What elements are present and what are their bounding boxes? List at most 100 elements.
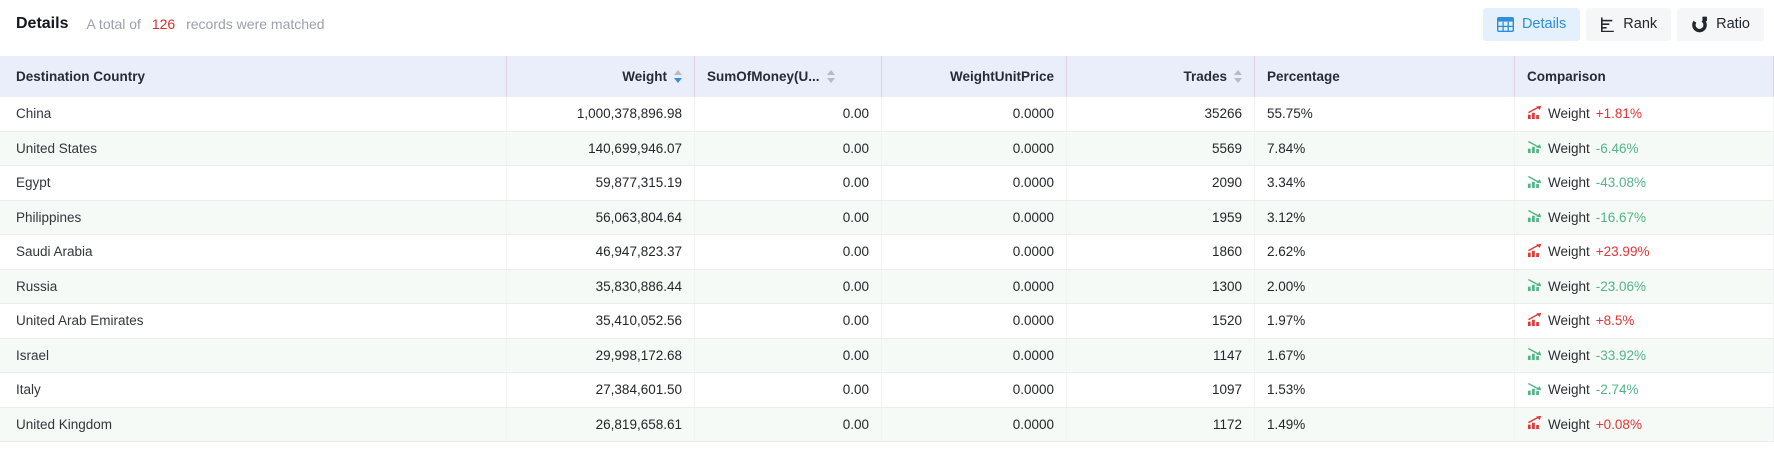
cell-trades: 1097 xyxy=(1067,373,1255,407)
cell-weightunitprice: 0.0000 xyxy=(882,201,1067,235)
pie-chart-icon xyxy=(1691,16,1708,33)
comparison-value: -6.46% xyxy=(1596,141,1639,156)
cell-destination-country: United Arab Emirates xyxy=(0,304,507,338)
cell-weight: 27,384,601.50 xyxy=(507,373,695,407)
table-row: United Arab Emirates35,410,052.560.000.0… xyxy=(0,304,1774,339)
comparison-value: +1.81% xyxy=(1596,106,1642,121)
sort-caret-icon[interactable] xyxy=(674,70,682,83)
cell-trades: 35266 xyxy=(1067,97,1255,131)
cell-weightunitprice: 0.0000 xyxy=(882,373,1067,407)
cell-percentage: 1.67% xyxy=(1255,339,1515,373)
column-header-weight[interactable]: Weight xyxy=(507,56,695,97)
column-header-percentage: Percentage xyxy=(1255,56,1515,97)
view-switch: Details Rank Ratio xyxy=(1483,8,1764,41)
comparison-value: -16.67% xyxy=(1596,210,1646,225)
cell-trades: 1520 xyxy=(1067,304,1255,338)
cell-trades: 1300 xyxy=(1067,270,1255,304)
cell-weightunitprice: 0.0000 xyxy=(882,270,1067,304)
cell-percentage: 1.49% xyxy=(1255,408,1515,442)
column-label: Percentage xyxy=(1267,69,1340,84)
sort-caret-icon[interactable] xyxy=(827,70,835,83)
comparison-metric-label: Weight xyxy=(1548,417,1590,432)
cell-percentage: 1.53% xyxy=(1255,373,1515,407)
cell-sumofmoney: 0.00 xyxy=(695,97,882,131)
cell-sumofmoney: 0.00 xyxy=(695,339,882,373)
tab-ratio-label: Ratio xyxy=(1716,16,1750,32)
column-header-weightunitprice: WeightUnitPrice xyxy=(882,56,1067,97)
column-header-comparison: Comparison xyxy=(1515,56,1774,97)
comparison-metric-label: Weight xyxy=(1548,348,1590,363)
cell-weightunitprice: 0.0000 xyxy=(882,97,1067,131)
column-label: WeightUnitPrice xyxy=(950,69,1054,84)
trend-down-chart-icon xyxy=(1527,208,1542,226)
tab-details[interactable]: Details xyxy=(1483,8,1580,41)
tab-rank[interactable]: Rank xyxy=(1586,8,1671,41)
column-label: Trades xyxy=(1183,69,1227,84)
cell-destination-country: United Kingdom xyxy=(0,408,507,442)
comparison-metric-label: Weight xyxy=(1548,210,1590,225)
comparison-metric-label: Weight xyxy=(1548,313,1590,328)
cell-comparison: Weight-6.46% xyxy=(1515,132,1774,166)
trend-down-chart-icon xyxy=(1527,346,1542,364)
column-label: Weight xyxy=(622,69,667,84)
table-row: Philippines56,063,804.640.000.000019593.… xyxy=(0,201,1774,236)
cell-destination-country: Philippines xyxy=(0,201,507,235)
cell-destination-country: Egypt xyxy=(0,166,507,200)
cell-weightunitprice: 0.0000 xyxy=(882,304,1067,338)
cell-weight: 26,819,658.61 xyxy=(507,408,695,442)
summary-suffix: records were matched xyxy=(186,16,325,32)
column-label: Destination Country xyxy=(16,69,145,84)
clipped-next-row xyxy=(0,442,1774,453)
table-row: Israel29,998,172.680.000.000011471.67% We… xyxy=(0,339,1774,374)
comparison-metric-label: Weight xyxy=(1548,279,1590,294)
cell-trades: 1172 xyxy=(1067,408,1255,442)
comparison-value: -2.74% xyxy=(1596,382,1639,397)
trend-down-chart-icon xyxy=(1527,174,1542,192)
cell-weight: 29,998,172.68 xyxy=(507,339,695,373)
cell-sumofmoney: 0.00 xyxy=(695,408,882,442)
table-row: United States140,699,946.070.000.0000556… xyxy=(0,132,1774,167)
details-table: Destination Country Weight SumOfMoney(U...… xyxy=(0,56,1774,453)
cell-comparison: Weight+23.99% xyxy=(1515,235,1774,269)
cell-trades: 1147 xyxy=(1067,339,1255,373)
trend-down-chart-icon xyxy=(1527,139,1542,157)
table-header-row: Destination Country Weight SumOfMoney(U...… xyxy=(0,56,1774,97)
summary-prefix: A total of xyxy=(86,16,140,32)
table-row: United Kingdom26,819,658.610.000.0000117… xyxy=(0,408,1774,443)
table-row: China1,000,378,896.980.000.00003526655.7… xyxy=(0,97,1774,132)
cell-percentage: 3.12% xyxy=(1255,201,1515,235)
comparison-value: +23.99% xyxy=(1596,244,1650,259)
column-header-destination-country: Destination Country xyxy=(0,56,507,97)
tab-details-label: Details xyxy=(1522,16,1566,32)
cell-trades: 1959 xyxy=(1067,201,1255,235)
column-header-trades[interactable]: Trades xyxy=(1067,56,1255,97)
table-row: Russia35,830,886.440.000.000013002.00%We… xyxy=(0,270,1774,305)
cell-weight: 140,699,946.07 xyxy=(507,132,695,166)
cell-weight: 35,410,052.56 xyxy=(507,304,695,338)
cell-weight: 1,000,378,896.98 xyxy=(507,97,695,131)
cell-trades: 2090 xyxy=(1067,166,1255,200)
cell-percentage: 55.75% xyxy=(1255,97,1515,131)
cell-sumofmoney: 0.00 xyxy=(695,235,882,269)
tab-ratio[interactable]: Ratio xyxy=(1677,8,1764,41)
trend-up-chart-icon xyxy=(1527,415,1542,433)
column-header-sumofmoney[interactable]: SumOfMoney(U... xyxy=(695,56,882,97)
cell-sumofmoney: 0.00 xyxy=(695,304,882,338)
cell-weightunitprice: 0.0000 xyxy=(882,339,1067,373)
cell-weightunitprice: 0.0000 xyxy=(882,166,1067,200)
cell-sumofmoney: 0.00 xyxy=(695,373,882,407)
cell-sumofmoney: 0.00 xyxy=(695,270,882,304)
cell-destination-country: Israel xyxy=(0,339,507,373)
cell-comparison: Weight -16.67% xyxy=(1515,201,1774,235)
column-label: SumOfMoney(U... xyxy=(707,69,820,84)
comparison-value: -43.08% xyxy=(1596,175,1646,190)
cell-destination-country: Russia xyxy=(0,270,507,304)
sort-caret-icon[interactable] xyxy=(1234,70,1242,83)
cell-sumofmoney: 0.00 xyxy=(695,132,882,166)
table-row: Saudi Arabia46,947,823.370.000.000018602… xyxy=(0,235,1774,270)
cell-weightunitprice: 0.0000 xyxy=(882,235,1067,269)
top-bar: Details A total of 126 records were matc… xyxy=(0,0,1774,56)
comparison-metric-label: Weight xyxy=(1548,175,1590,190)
table-grid-icon xyxy=(1497,17,1514,32)
page-title: Details xyxy=(16,15,68,33)
